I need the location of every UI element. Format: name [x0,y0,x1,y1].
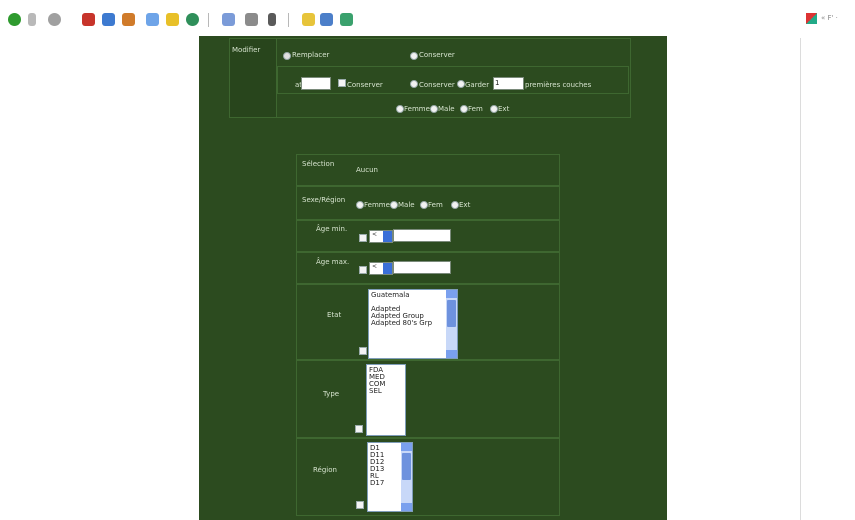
age-min-operator-select[interactable]: < [369,230,393,243]
top-sex-label-1: Femme [404,105,430,113]
toolbar-separator [208,13,209,27]
search-icon[interactable] [122,13,135,26]
top-sex-radio-3[interactable] [460,105,468,113]
media-icon[interactable] [166,13,179,26]
gender-label: Sexe/Région [302,196,346,204]
gender-label-4: Ext [459,201,471,209]
browser-toolbar [0,0,800,36]
conserve-option-label: Conserver [347,81,383,89]
research-icon[interactable] [340,13,353,26]
toolbar-separator [288,13,289,27]
age-max-input[interactable] [393,261,451,274]
dropdown-arrow-icon[interactable] [383,263,392,274]
age-max-operator-value: < [372,263,378,270]
keep-count-input[interactable]: 1 [493,77,524,90]
windows-logo-icon[interactable] [806,13,817,24]
age-min-label: Âge min. [316,225,348,233]
complete-radio[interactable] [410,80,418,88]
favorites-icon[interactable] [146,13,159,26]
gender-label-1: Femme [364,201,390,209]
scroll-down-icon[interactable] [446,350,457,358]
scroll-up-icon[interactable] [446,290,457,298]
age-min-operator-value: < [372,231,378,238]
gender-label-3: Fem [428,201,443,209]
list3-checkbox[interactable] [356,501,364,509]
mail-icon[interactable] [222,13,235,26]
forward-icon[interactable] [28,13,36,26]
gender-radio-1[interactable] [356,201,364,209]
keep-radio[interactable] [457,80,465,88]
list3-listbox[interactable]: D1 D11 D12 D13 RL D17 [367,442,413,512]
row-selection [296,154,560,186]
back-icon[interactable] [8,13,21,26]
stop-icon[interactable] [48,13,61,26]
scroll-thumb[interactable] [447,300,456,328]
history-icon[interactable] [186,13,199,26]
dropdown-arrow-icon[interactable] [383,231,392,242]
scroll-thumb[interactable] [402,453,411,481]
selection-value: Aucun [356,166,378,174]
row-list2 [296,360,560,438]
age-min-input[interactable] [393,229,451,242]
gender-label-2: Male [398,201,415,209]
side-strip-text: « F' · [821,14,838,22]
keep-label: Garder [465,81,490,89]
list-item[interactable]: Adapted 80's Grp [369,320,457,327]
keep-suffix: premières couches [525,81,592,89]
age-max-operator-select[interactable]: < [369,262,393,275]
top-sex-radio-4[interactable] [490,105,498,113]
conserve-label: Conserver [419,51,455,59]
age-max-checkbox[interactable] [359,266,367,274]
print-icon[interactable] [245,13,258,26]
gender-radio-2[interactable] [390,201,398,209]
list2-checkbox[interactable] [355,425,363,433]
list3-scrollbar[interactable] [401,443,412,511]
age-max-label: Âge max. [316,258,350,266]
replace-radio[interactable] [283,52,291,60]
age-min-checkbox[interactable] [359,234,367,242]
selection-label: Sélection [302,160,335,168]
list1-scrollbar[interactable] [446,290,457,358]
list-item[interactable]: Guatemala [369,292,457,299]
list2-label: Type [323,390,340,398]
messenger-icon[interactable] [320,13,333,26]
discuss-icon[interactable] [302,13,315,26]
list1-listbox[interactable]: Guatemala Adapted Adapted Group Adapted … [368,289,458,359]
conserve-checkbox[interactable] [338,79,346,87]
conserve-radio[interactable] [410,52,418,60]
refresh-icon[interactable] [82,13,95,26]
row-list3 [296,438,560,516]
scroll-down-icon[interactable] [401,503,412,511]
modifier-label: Modifier [232,46,261,54]
list1-checkbox[interactable] [359,347,367,355]
top-sex-radio-2[interactable] [430,105,438,113]
list-item[interactable]: SEL [367,388,405,395]
side-strip [800,0,855,520]
edit-icon[interactable] [268,13,276,26]
replace-label: Remplacer [292,51,330,59]
top-sex-label-4: Ext [498,105,510,113]
gender-radio-4[interactable] [451,201,459,209]
list2-listbox[interactable]: FDA MED COM SEL [366,364,406,436]
position-input[interactable] [301,77,331,90]
list3-label: Région [313,466,337,474]
complete-label: Conserver [419,81,455,89]
list1-label: Etat [327,311,342,319]
top-sex-radio-1[interactable] [396,105,404,113]
main-panel: Modifier Remplacer Conserver at Conserve… [199,36,667,520]
side-divider [800,38,801,520]
home-icon[interactable] [102,13,115,26]
gender-radio-3[interactable] [420,201,428,209]
top-sex-label-2: Male [438,105,455,113]
top-sex-label-3: Fem [468,105,483,113]
scroll-up-icon[interactable] [401,443,412,451]
